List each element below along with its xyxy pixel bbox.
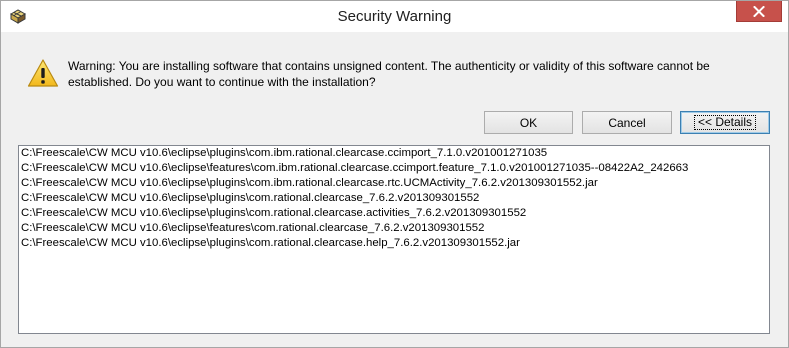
details-button-label: << Details <box>693 115 757 130</box>
list-item[interactable]: C:\Freescale\CW MCU v10.6\eclipse\plugin… <box>19 236 769 251</box>
close-button[interactable] <box>736 1 782 22</box>
close-icon <box>753 5 765 17</box>
warning-message-line-2: established. Do you want to continue wit… <box>68 75 376 89</box>
list-item[interactable]: C:\Freescale\CW MCU v10.6\eclipse\featur… <box>19 161 769 176</box>
warning-message-line-1: Warning: You are installing software tha… <box>68 59 710 73</box>
cancel-button[interactable]: Cancel <box>582 111 672 134</box>
window-title: Security Warning <box>337 8 452 25</box>
dialog-content: Warning: You are installing software tha… <box>8 32 781 342</box>
warning-icon <box>27 58 59 88</box>
list-item[interactable]: C:\Freescale\CW MCU v10.6\eclipse\plugin… <box>19 146 769 161</box>
title-bar[interactable]: Security Warning <box>1 1 788 32</box>
security-warning-dialog: Security Warning Warning: You are instal… <box>0 0 789 348</box>
list-item[interactable]: C:\Freescale\CW MCU v10.6\eclipse\featur… <box>19 221 769 236</box>
warning-message: Warning: You are installing software tha… <box>68 58 768 90</box>
ok-button[interactable]: OK <box>484 111 573 134</box>
unsigned-content-list[interactable]: C:\Freescale\CW MCU v10.6\eclipse\plugin… <box>18 145 770 334</box>
list-item[interactable]: C:\Freescale\CW MCU v10.6\eclipse\plugin… <box>19 206 769 221</box>
details-toggle-button[interactable]: << Details <box>680 111 770 134</box>
list-item[interactable]: C:\Freescale\CW MCU v10.6\eclipse\plugin… <box>19 191 769 206</box>
list-item[interactable]: C:\Freescale\CW MCU v10.6\eclipse\plugin… <box>19 176 769 191</box>
